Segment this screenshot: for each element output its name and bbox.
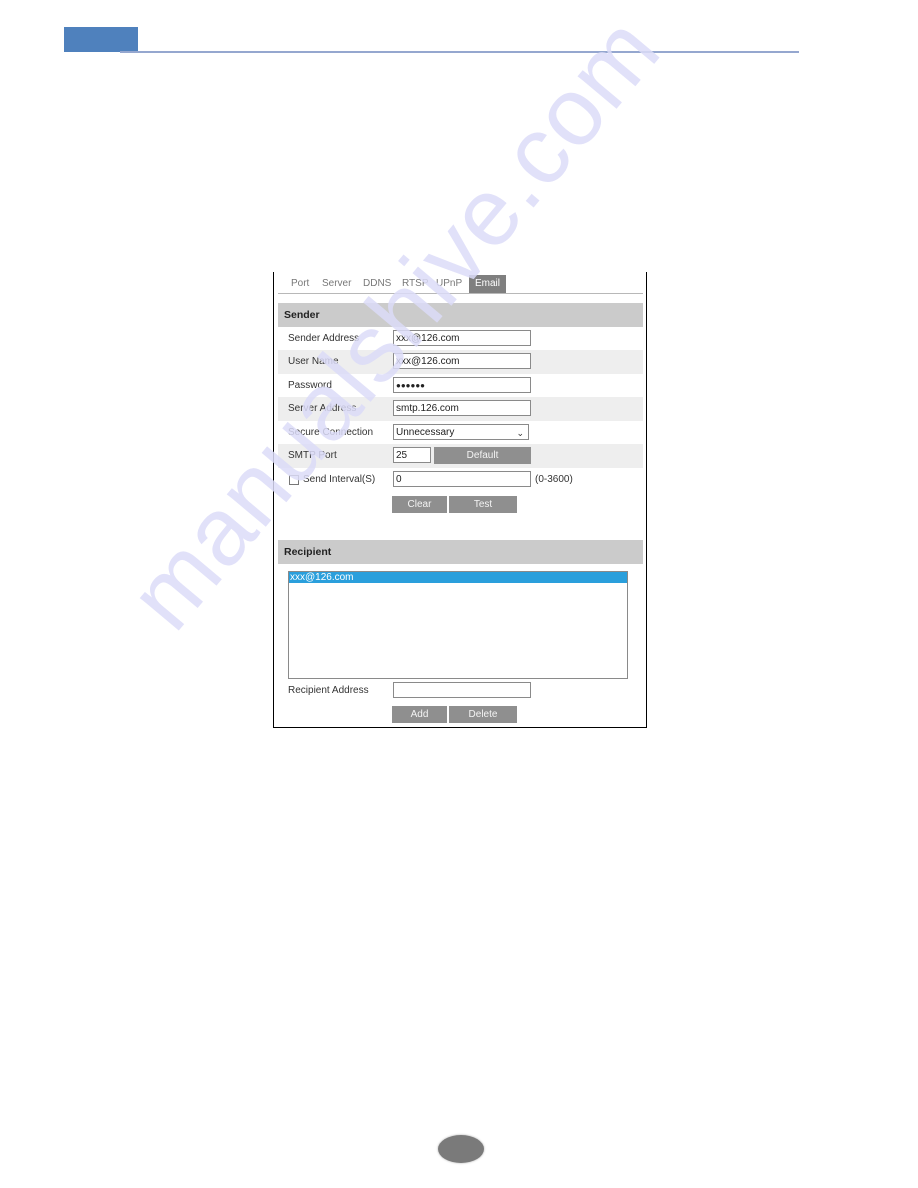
recipient-list[interactable]: xxx@126.com [288,571,628,679]
server-address-row: Server Address smtp.126.com [278,397,643,421]
send-interval-input[interactable]: 0 [393,471,531,487]
server-address-label: Server Address [288,403,357,414]
test-button[interactable]: Test [449,496,517,513]
smtp-port-input[interactable]: 25 [393,447,431,463]
secure-connection-select[interactable]: Unnecessary ⌄ [393,424,529,440]
send-interval-label: Send Interval(S) [303,474,376,485]
tab-bar: Port Server DDNS RTSP UPnP Email [278,275,643,294]
page-number-badge [438,1135,484,1163]
password-row: Password ●●●●●● [278,374,643,398]
secure-connection-row: Secure Connection Unnecessary ⌄ [278,421,643,445]
sender-address-row: Sender Address xxx@126.com [278,327,643,351]
user-name-label: User Name [288,356,339,367]
send-interval-row: Send Interval(S) 0 (0-3600) [278,468,643,492]
recipient-address-label: Recipient Address [288,685,369,696]
tab-ddns[interactable]: DDNS [363,275,391,293]
tab-port[interactable]: Port [291,275,309,293]
email-settings-panel: Port Server DDNS RTSP UPnP Email Sender … [273,272,647,728]
default-button[interactable]: Default [434,447,531,464]
tab-upnp[interactable]: UPnP [436,275,462,293]
user-name-row: User Name xxx@126.com [278,350,643,374]
secure-connection-label: Secure Connection [288,427,374,438]
server-address-input[interactable]: smtp.126.com [393,400,531,416]
secure-connection-value: Unnecessary [396,427,455,438]
user-name-input[interactable]: xxx@126.com [393,353,531,369]
password-label: Password [288,380,332,391]
add-button[interactable]: Add [392,706,447,723]
header-rule [120,51,799,53]
sender-address-label: Sender Address [288,333,360,344]
delete-button[interactable]: Delete [449,706,517,723]
recipient-section-header: Recipient [278,540,643,564]
sender-section-header: Sender [278,303,643,327]
tab-rtsp[interactable]: RTSP [402,275,429,293]
chevron-down-icon: ⌄ [516,428,524,438]
header-accent-block [64,27,138,52]
send-interval-checkbox[interactable] [289,475,299,485]
recipient-address-row: Recipient Address [278,679,643,703]
send-interval-range-hint: (0-3600) [535,474,573,485]
smtp-port-label: SMTP Port [288,450,337,461]
tab-email[interactable]: Email [469,275,507,293]
tab-server[interactable]: Server [322,275,351,293]
smtp-port-row: SMTP Port 25 Default [278,444,643,468]
recipient-address-input[interactable] [393,682,531,698]
clear-button[interactable]: Clear [392,496,447,513]
sender-address-input[interactable]: xxx@126.com [393,330,531,346]
password-input[interactable]: ●●●●●● [393,377,531,393]
recipient-list-item[interactable]: xxx@126.com [289,572,627,583]
